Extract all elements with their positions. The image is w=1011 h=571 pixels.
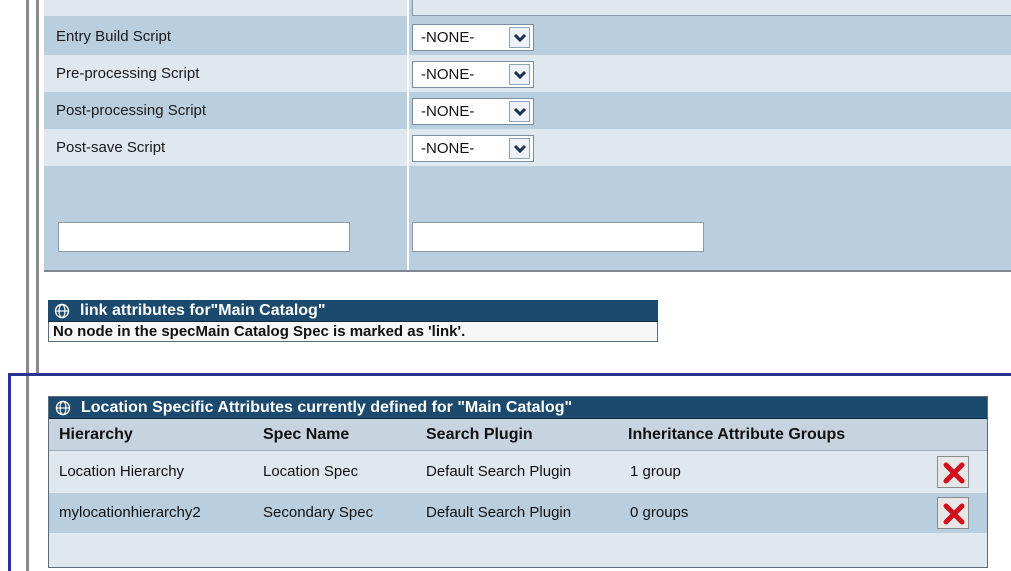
row-label: Post-save Script bbox=[56, 139, 166, 156]
column-divider bbox=[407, 0, 409, 270]
column-header-search-plugin: Search Plugin bbox=[426, 426, 533, 443]
cell-hierarchy: mylocationhierarchy2 bbox=[59, 504, 201, 521]
link-attributes-message: No node in the specMain Catalog Spec is … bbox=[48, 322, 658, 342]
cell-search-plugin: Default Search Plugin bbox=[426, 463, 572, 480]
globe-icon bbox=[54, 303, 70, 324]
delete-x-icon bbox=[943, 503, 965, 525]
cell-groups: 0 groups bbox=[630, 504, 689, 521]
location-attributes-panel: Location Specific Attributes currently d… bbox=[48, 396, 988, 568]
link-attributes-panel: link attributes for"Main Catalog" No nod… bbox=[48, 300, 658, 342]
panel-title: link attributes for"Main Catalog" bbox=[80, 302, 326, 319]
settings-row-entry-build-script: Entry Build Script -NONE- bbox=[44, 18, 1011, 55]
table-row: mylocationhierarchy2 Secondary Spec Defa… bbox=[49, 493, 987, 533]
settings-row-new-entry bbox=[44, 214, 1011, 270]
delete-button[interactable] bbox=[937, 456, 969, 488]
column-header-hierarchy: Hierarchy bbox=[59, 426, 133, 443]
chevron-down-icon[interactable] bbox=[509, 138, 530, 159]
row-label: Entry Build Script bbox=[56, 28, 172, 45]
inner-frame-border-lower bbox=[36, 270, 39, 375]
delete-x-icon bbox=[943, 462, 965, 484]
select-value: -NONE- bbox=[421, 29, 475, 46]
cell-search-plugin: Default Search Plugin bbox=[426, 504, 572, 521]
column-header-inheritance-groups: Inheritance Attribute Groups bbox=[628, 426, 846, 443]
cell-hierarchy: Location Hierarchy bbox=[59, 463, 185, 480]
pre-processing-script-select[interactable]: -NONE- bbox=[412, 61, 534, 88]
settings-row-post-processing-script: Post-processing Script -NONE- bbox=[44, 92, 1011, 129]
chevron-down-icon[interactable] bbox=[509, 27, 530, 48]
select-value: -NONE- bbox=[421, 66, 475, 83]
previous-row-strip bbox=[44, 0, 1011, 16]
row-label: Post-processing Script bbox=[56, 102, 207, 119]
post-save-script-select[interactable]: -NONE- bbox=[412, 135, 534, 162]
row-label: Pre-processing Script bbox=[56, 65, 200, 82]
inner-frame-border bbox=[36, 0, 39, 270]
select-value: -NONE- bbox=[421, 140, 475, 157]
cell-spec-name: Location Spec bbox=[263, 463, 359, 480]
select-value: -NONE- bbox=[421, 103, 475, 120]
globe-icon bbox=[55, 400, 71, 421]
cell-groups: 1 group bbox=[630, 463, 681, 480]
delete-button[interactable] bbox=[937, 497, 969, 529]
new-value-field[interactable] bbox=[412, 222, 704, 252]
cell-spec-name: Secondary Spec bbox=[263, 504, 374, 521]
location-attributes-header: Location Specific Attributes currently d… bbox=[49, 397, 987, 419]
table-header: Hierarchy Spec Name Search Plugin Inheri… bbox=[49, 419, 987, 451]
settings-row-post-save-script: Post-save Script -NONE- bbox=[44, 129, 1011, 166]
column-header-spec-name: Spec Name bbox=[263, 426, 350, 443]
link-attributes-header: link attributes for"Main Catalog" bbox=[48, 300, 658, 322]
settings-row-pre-processing-script: Pre-processing Script -NONE- bbox=[44, 55, 1011, 92]
table-row: Location Hierarchy Location Spec Default… bbox=[49, 452, 987, 492]
panel-title: Location Specific Attributes currently d… bbox=[81, 399, 573, 416]
post-processing-script-select[interactable]: -NONE- bbox=[412, 98, 534, 125]
new-name-field[interactable] bbox=[58, 222, 350, 252]
chevron-down-icon[interactable] bbox=[509, 64, 530, 85]
entry-build-script-select[interactable]: -NONE- bbox=[412, 24, 534, 51]
chevron-down-icon[interactable] bbox=[509, 101, 530, 122]
script-settings-table: Entry Build Script -NONE- Pre-processing… bbox=[44, 0, 1011, 272]
settings-row-spacer bbox=[44, 166, 1011, 214]
